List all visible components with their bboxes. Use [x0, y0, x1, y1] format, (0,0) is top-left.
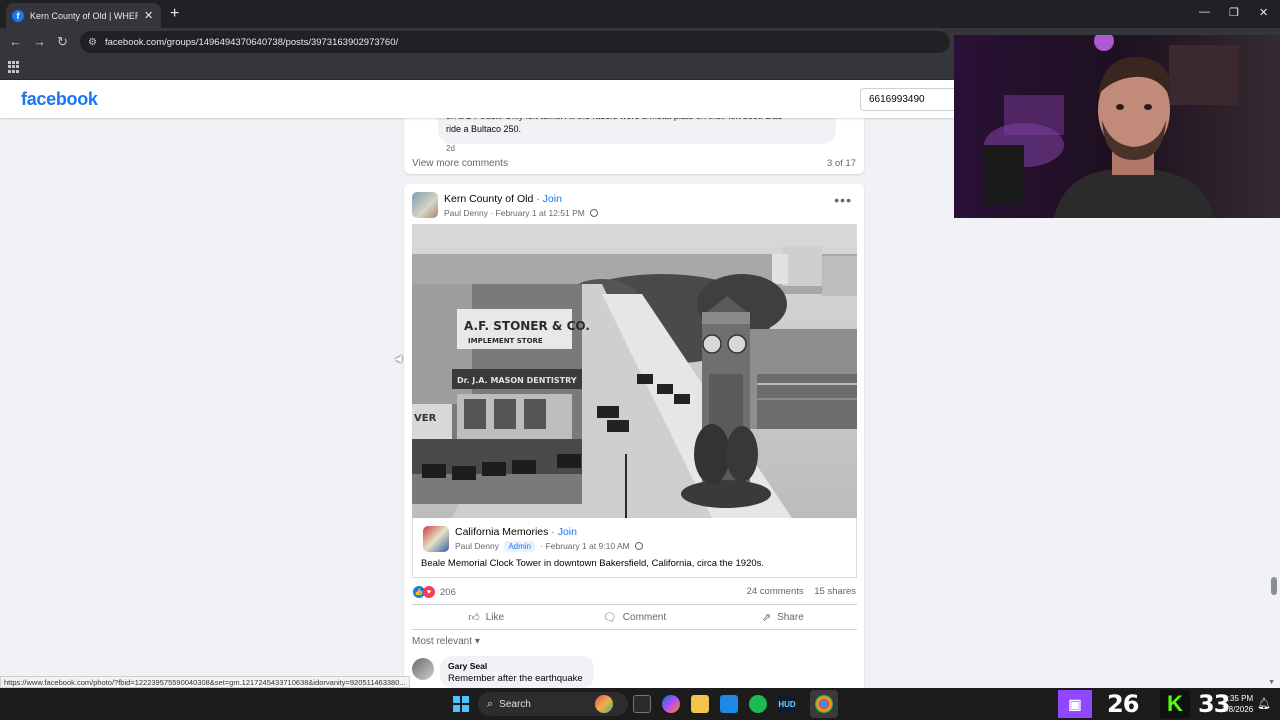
chevron-down-icon: ▾ — [474, 636, 480, 647]
tab-facebook[interactable]: f Kern County of Old | WHERE W ✕ — [6, 3, 161, 28]
comment-text: Remember after the earthquake — [448, 673, 583, 684]
comment-bubble: Gary Seal Remember after the earthquake — [440, 656, 594, 688]
love-reaction-icon: ♥ — [423, 586, 435, 598]
close-tab-icon[interactable]: ✕ — [144, 9, 153, 22]
comment-sort-label: Most relevant — [412, 636, 473, 647]
comment-count: 3 of 17 — [826, 158, 856, 169]
link-status-bar: https://www.facebook.com/photo/?fbid=122… — [0, 676, 410, 688]
apps-grid-icon[interactable] — [8, 61, 20, 73]
new-tab-icon[interactable]: + — [170, 5, 179, 23]
facebook-logo[interactable]: facebook — [21, 89, 98, 110]
post-stats: 24 comments 15 shares — [747, 586, 856, 597]
task-view-icon[interactable] — [633, 695, 651, 713]
search-input[interactable]: 6616993490 — [860, 88, 960, 111]
search-icon: ⌕ — [487, 697, 494, 710]
like-label: Like — [485, 611, 505, 623]
viewer-count: 26 — [1107, 690, 1139, 718]
clock-time: 3:35 PM — [1223, 694, 1254, 703]
store-sign: A.F. STONER & CO. — [464, 319, 590, 333]
author-link[interactable]: Paul Denny — [444, 208, 488, 218]
comment-text-line: ride a Bultaco 250. — [446, 124, 522, 134]
post-meta: Paul Denny · February 1 at 12:51 PM — [444, 208, 599, 218]
comments-count-link[interactable]: 24 comments — [747, 586, 804, 597]
address-url: facebook.com/groups/1496494370640738/pos… — [104, 36, 399, 48]
shared-time[interactable]: February 1 at 9:10 AM — [546, 541, 630, 551]
scroll-down-icon[interactable]: ▼ — [1268, 679, 1275, 686]
reload-icon[interactable]: ↻ — [57, 34, 68, 50]
group-avatar[interactable] — [412, 192, 438, 218]
comment-time[interactable]: 2d — [446, 144, 455, 153]
shared-author-link[interactable]: Paul Denny — [455, 541, 499, 551]
post-photo[interactable]: A.F. STONER & CO. IMPLEMENT STORE Dr. J.… — [412, 224, 857, 518]
hud-fx-icon[interactable]: HUD — [778, 695, 796, 713]
dentist-sign: Dr. J.A. MASON DENTISTRY — [457, 376, 577, 385]
post-actions: 👍︎ Like 🗨︎ Comment ⇗ Share — [412, 604, 857, 630]
shared-caption: Beale Memorial Clock Tower in downtown B… — [421, 558, 765, 569]
comment-icon: 🗨︎ — [602, 611, 617, 624]
comment-button[interactable]: 🗨︎ Comment — [560, 605, 708, 629]
minimize-icon[interactable]: — — [1199, 6, 1210, 18]
browser-tab-bar: f Kern County of Old | WHERE W ✕ + — ❐ ✕ — [0, 0, 1280, 28]
clock-date: 3/8/2026 — [1222, 705, 1254, 714]
shared-group-avatar[interactable] — [423, 526, 449, 552]
comment-label: Comment — [622, 611, 667, 623]
notification-bell-icon[interactable]: 🔔︎ — [1257, 697, 1271, 710]
back-icon[interactable]: ← — [9, 34, 22, 49]
ver-sign: VER — [414, 413, 437, 424]
address-bar[interactable]: ⚙ facebook.com/groups/1496494370640738/p… — [80, 31, 950, 53]
share-label: Share — [777, 611, 804, 623]
restore-icon[interactable]: ❐ — [1229, 6, 1239, 19]
reactions-summary[interactable]: 👍 ♥ 206 — [413, 586, 456, 598]
kick-icon: K — [1160, 690, 1190, 718]
share-button[interactable]: ⇗ Share — [709, 605, 857, 629]
post-time[interactable]: February 1 at 12:51 PM — [496, 208, 585, 218]
store-sub-sign: IMPLEMENT STORE — [468, 337, 543, 345]
taskbar-search-label: Search — [499, 698, 531, 710]
view-more-comments-link[interactable]: View more comments — [412, 158, 508, 169]
reactions-count: 206 — [440, 586, 456, 598]
webcam-feed — [954, 35, 1280, 218]
comment-sort-dropdown[interactable]: Most relevant ▾ — [412, 636, 480, 647]
join-link[interactable]: Join — [543, 193, 562, 205]
site-info-icon[interactable]: ⚙ — [88, 37, 97, 48]
webcam-overlay — [954, 35, 1280, 218]
shared-header: California Memories · Join — [455, 526, 577, 538]
commenter-avatar[interactable] — [412, 658, 434, 680]
like-button[interactable]: 👍︎ Like — [412, 605, 560, 629]
globe-icon — [590, 209, 599, 217]
post-header: Kern County of Old · Join — [444, 193, 562, 205]
scroll-thumb[interactable] — [1271, 577, 1277, 595]
chrome-icon[interactable] — [815, 695, 833, 713]
shares-count-link[interactable]: 15 shares — [814, 586, 856, 597]
windows-start-icon[interactable] — [453, 696, 469, 712]
shared-meta: Paul Denny Admin · February 1 at 9:10 AM — [455, 541, 644, 552]
game-app-icon[interactable] — [595, 695, 613, 713]
forward-icon[interactable]: → — [33, 34, 46, 49]
windows-taskbar: ⌕ Search HUD ▣ 26 K 33 3:35 PM 3/8/2026 … — [0, 688, 1280, 720]
more-options-icon[interactable]: ••• — [834, 192, 852, 208]
shared-join-link[interactable]: Join — [558, 526, 577, 538]
facebook-favicon-icon: f — [12, 9, 24, 22]
post-card: Kern County of Old · Join Paul Denny · F… — [404, 184, 864, 688]
admin-badge: Admin — [504, 541, 536, 552]
system-clock[interactable]: 3:35 PM 3/8/2026 — [1222, 693, 1253, 715]
share-icon: ⇗ — [761, 611, 772, 624]
notepad-icon[interactable] — [720, 695, 738, 713]
globe-icon — [635, 542, 644, 550]
comment-author-link[interactable]: Gary Seal — [448, 661, 487, 671]
group-name-link[interactable]: Kern County of Old — [444, 193, 533, 205]
copilot-icon[interactable] — [662, 695, 680, 713]
spotify-icon[interactable] — [749, 695, 767, 713]
shared-post-box[interactable]: California Memories · Join Paul Denny Ad… — [412, 518, 857, 578]
twitch-icon: ▣ — [1058, 690, 1092, 718]
tab-title: Kern County of Old | WHERE W — [30, 10, 138, 21]
close-window-icon[interactable]: ✕ — [1259, 6, 1268, 19]
file-explorer-icon[interactable] — [691, 695, 709, 713]
photo-illustration: A.F. STONER & CO. IMPLEMENT STORE Dr. J.… — [412, 224, 857, 518]
thumbs-up-icon: 👍︎ — [468, 611, 480, 624]
shared-group-link[interactable]: California Memories — [455, 526, 548, 538]
